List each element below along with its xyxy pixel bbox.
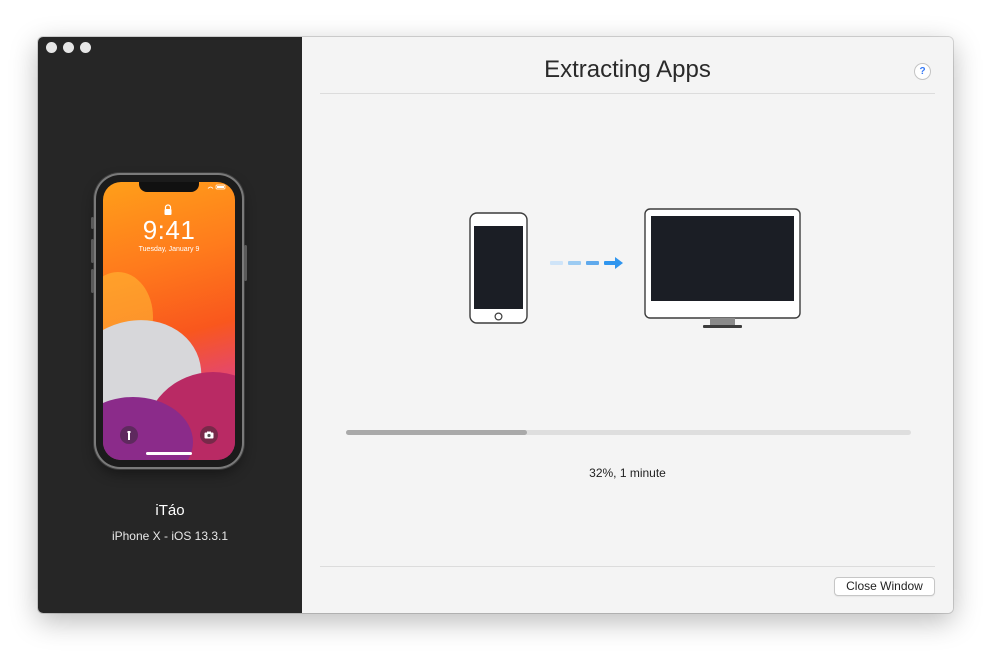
app-window: 9:41 Tuesday, January 9 iTáo iPhone X - … [38, 37, 953, 613]
progress-bar [346, 430, 911, 435]
lock-screen-time: 9:41 [142, 215, 196, 245]
lock-screen: 9:41 Tuesday, January 9 [103, 182, 235, 460]
device-image: 9:41 Tuesday, January 9 [91, 175, 247, 467]
device-name: iTáo [155, 502, 185, 519]
footer-divider [320, 566, 935, 567]
minimize-window-dot[interactable] [63, 42, 74, 53]
status-icons [207, 184, 227, 192]
help-button[interactable]: ? [914, 63, 931, 80]
phone-notch [139, 182, 199, 192]
progress-fill [346, 430, 527, 435]
iphone-icon [469, 212, 528, 324]
volume-up-button [91, 239, 94, 263]
camera-icon [200, 426, 218, 444]
home-indicator [146, 452, 192, 455]
imac-icon [644, 208, 801, 328]
progress-status: 32%, 1 minute [589, 466, 666, 480]
close-window-button[interactable]: Close Window [834, 577, 935, 596]
zoom-window-dot[interactable] [80, 42, 91, 53]
device-model-version: iPhone X - iOS 13.3.1 [111, 529, 229, 543]
volume-down-button [91, 269, 94, 293]
header-divider [320, 93, 935, 94]
window-controls [46, 42, 91, 53]
mute-switch [91, 217, 94, 229]
close-window-dot[interactable] [46, 42, 57, 53]
transfer-illustration [469, 208, 801, 328]
dashed-arrow-icon [550, 257, 623, 269]
side-button [244, 245, 247, 281]
main-panel: Extracting Apps ? 32%, 1 minute Close Wi… [302, 37, 953, 613]
lock-screen-date: Tuesday, January 9 [138, 246, 200, 253]
flashlight-icon [120, 426, 138, 444]
page-title: Extracting Apps [544, 56, 711, 83]
device-sidebar: 9:41 Tuesday, January 9 iTáo iPhone X - … [38, 37, 302, 613]
